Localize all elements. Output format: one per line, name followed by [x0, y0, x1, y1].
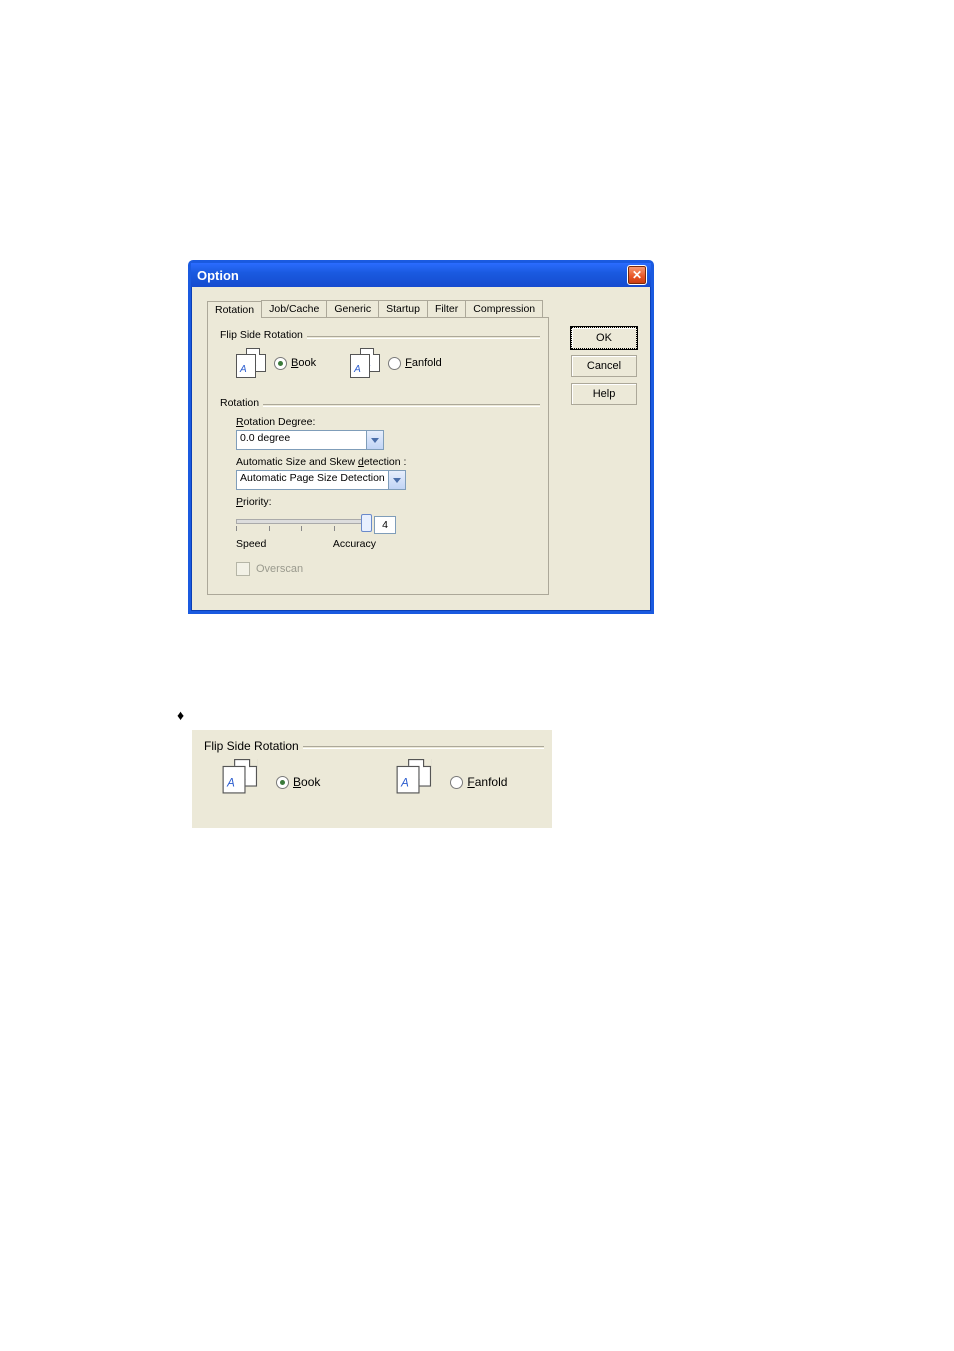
help-button[interactable]: Help: [571, 383, 637, 405]
priority-slider[interactable]: [236, 514, 366, 536]
label-auto-detection: Automatic Size and Skew detection :: [236, 456, 532, 468]
group-label-rotation: Rotation: [216, 397, 263, 409]
close-icon[interactable]: ✕: [627, 265, 647, 285]
dialog-buttons: OK Cancel Help: [571, 327, 637, 405]
label-rotation-degree: Rotation Degree:: [236, 416, 532, 428]
fanfold-icon: [397, 759, 450, 805]
label-overscan: Overscan: [256, 563, 303, 575]
combo-rotation-degree[interactable]: 0.0 degree: [236, 430, 384, 450]
dialog-title: Option: [197, 268, 239, 283]
group-label-flip-side: Flip Side Rotation: [216, 329, 307, 341]
checkbox-overscan: Overscan: [236, 562, 532, 576]
option-dialog: Option ✕ Rotation Job/Cache Generic Star…: [188, 260, 654, 614]
radio-book-label: Book: [291, 357, 316, 369]
titlebar[interactable]: Option ✕: [191, 263, 651, 287]
tab-job-cache[interactable]: Job/Cache: [261, 300, 327, 317]
label-speed: Speed: [236, 538, 266, 550]
group-rotation: Rotation Rotation Degree: 0.0 degree Aut…: [216, 396, 540, 584]
group-flip-side: Flip Side Rotation Book Fa: [216, 328, 540, 386]
flip-side-detail-panel: Flip Side Rotation Book Fanfold: [192, 730, 552, 828]
detail-option-fanfold[interactable]: Fanfold: [400, 762, 507, 802]
combo-auto-detection-value: Automatic Page Size Detection: [237, 471, 388, 489]
tab-strip: Rotation Job/Cache Generic Startup Filte…: [207, 297, 641, 317]
priority-value: 4: [374, 516, 396, 534]
cancel-button[interactable]: Cancel: [571, 355, 637, 377]
book-icon: [223, 759, 276, 805]
combo-rotation-degree-value: 0.0 degree: [237, 431, 366, 449]
dialog-body: Rotation Job/Cache Generic Startup Filte…: [191, 287, 651, 611]
detail-option-book[interactable]: Book: [226, 762, 320, 802]
label-accuracy: Accuracy: [333, 538, 376, 550]
detail-group-label: Flip Side Rotation: [200, 739, 303, 753]
detail-radio-book-label: Book: [293, 775, 320, 789]
tab-panel-rotation: Flip Side Rotation Book Fa: [207, 317, 549, 595]
checkbox-icon: [236, 562, 250, 576]
option-book[interactable]: Book: [236, 348, 316, 378]
slider-thumb[interactable]: [361, 514, 372, 532]
book-icon: [236, 348, 270, 378]
tab-generic[interactable]: Generic: [326, 300, 379, 317]
detail-radio-fanfold-label: Fanfold: [467, 775, 507, 789]
detail-radio-book[interactable]: [276, 776, 289, 789]
fanfold-icon: [350, 348, 384, 378]
radio-fanfold-label: Fanfold: [405, 357, 442, 369]
tab-rotation[interactable]: Rotation: [207, 301, 262, 318]
combo-auto-detection[interactable]: Automatic Page Size Detection: [236, 470, 406, 490]
chevron-down-icon[interactable]: [388, 471, 405, 489]
radio-fanfold[interactable]: [388, 357, 401, 370]
chevron-down-icon[interactable]: [366, 431, 383, 449]
radio-book[interactable]: [274, 357, 287, 370]
label-priority: Priority:: [236, 496, 532, 508]
tab-filter[interactable]: Filter: [427, 300, 466, 317]
bullet-icon: ♦: [177, 707, 184, 723]
tab-startup[interactable]: Startup: [378, 300, 428, 317]
detail-radio-fanfold[interactable]: [450, 776, 463, 789]
option-fanfold[interactable]: Fanfold: [350, 348, 442, 378]
tab-compression[interactable]: Compression: [465, 300, 543, 317]
ok-button[interactable]: OK: [571, 327, 637, 349]
